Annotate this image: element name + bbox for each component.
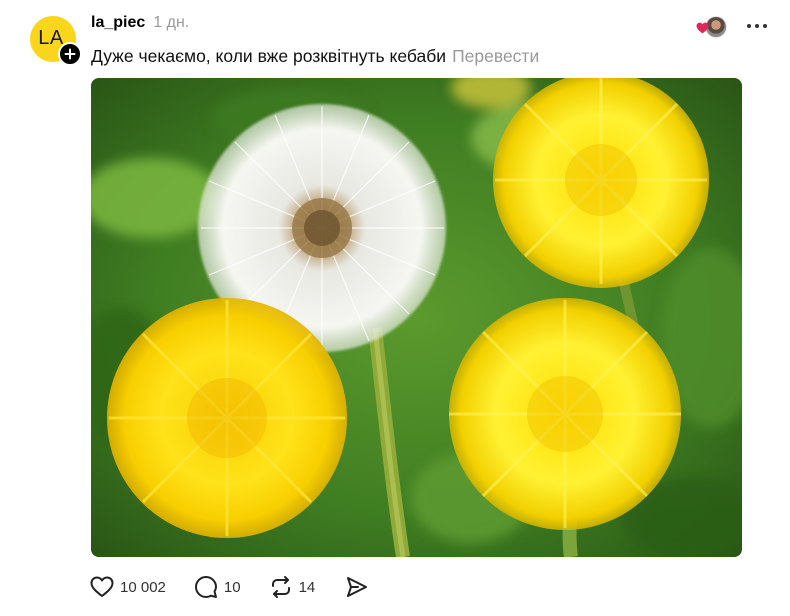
heart-icon xyxy=(696,22,709,34)
repost-icon xyxy=(271,576,290,598)
comment-icon xyxy=(194,576,217,598)
send-icon xyxy=(347,577,368,597)
repost-count: 14 xyxy=(298,578,316,596)
caption-row: Дуже чекаємо, коли вже розквітнуть кебаб… xyxy=(91,45,539,67)
likers-avatars[interactable] xyxy=(696,15,727,38)
comment-count: 10 xyxy=(223,578,241,596)
heart-icon xyxy=(90,576,114,597)
comment-button[interactable]: 10 xyxy=(194,575,241,599)
more-options-button[interactable] xyxy=(744,14,770,38)
author-username[interactable]: la_piec xyxy=(91,14,145,32)
like-count: 10 002 xyxy=(120,578,166,596)
share-button[interactable] xyxy=(345,575,369,599)
post-image[interactable] xyxy=(91,78,742,557)
post-timestamp[interactable]: 1 дн. xyxy=(153,14,189,32)
likers-preview[interactable] xyxy=(696,14,727,38)
follow-button[interactable] xyxy=(58,42,82,66)
like-button[interactable]: 10 002 xyxy=(90,576,166,598)
dandelions-photo xyxy=(91,78,742,557)
post-caption: Дуже чекаємо, коли вже розквітнуть кебаб… xyxy=(91,46,447,66)
action-bar: 10 002 10 14 xyxy=(90,573,369,601)
post-card: LA la_piec 1 дн. Дуже чекаємо, коли вже … xyxy=(0,0,790,616)
repost-button[interactable]: 14 xyxy=(269,575,316,599)
plus-icon xyxy=(64,48,76,60)
ellipsis-icon xyxy=(747,24,767,28)
post-header: la_piec 1 дн. xyxy=(91,14,189,36)
translate-link[interactable]: Перевести xyxy=(452,46,539,66)
